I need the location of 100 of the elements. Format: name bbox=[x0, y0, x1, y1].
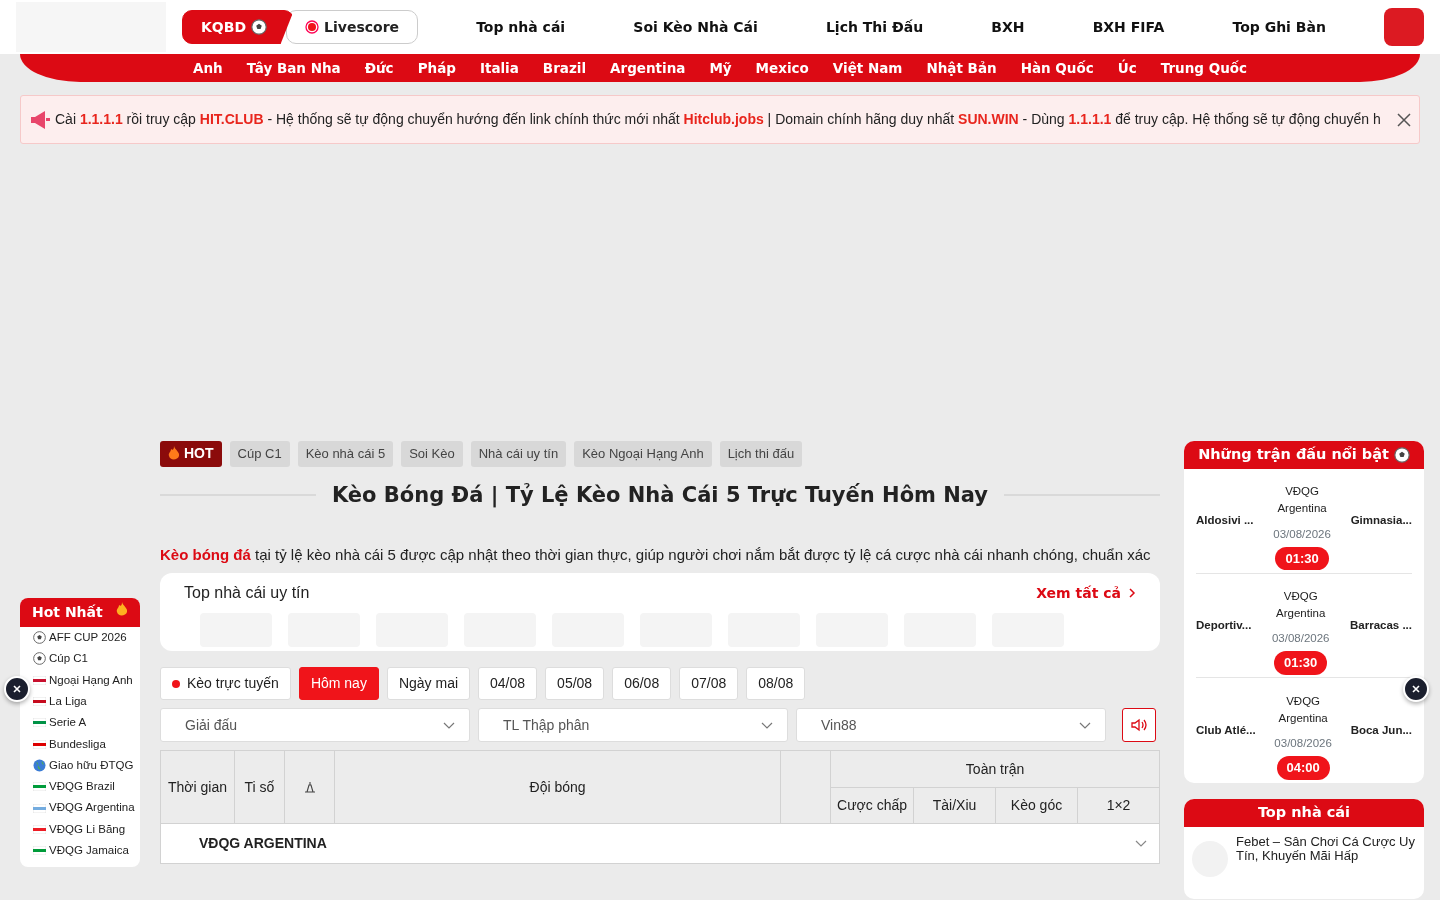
date-tab[interactable]: 05/08 bbox=[545, 667, 605, 701]
close-icon bbox=[13, 685, 21, 693]
chevron-down-icon bbox=[443, 721, 455, 729]
column-header: Cược chấp bbox=[830, 787, 914, 824]
league-item[interactable]: Bundesliga bbox=[31, 733, 140, 755]
live-dot-icon bbox=[305, 20, 320, 34]
league-item[interactable]: Ngoại Hạng Anh bbox=[31, 669, 140, 691]
flame-icon bbox=[116, 602, 128, 617]
sound-button[interactable] bbox=[1122, 708, 1156, 743]
column-header: 1×2 bbox=[1077, 787, 1160, 824]
country-link[interactable]: Đức bbox=[364, 57, 394, 79]
hot-tag[interactable]: HOT bbox=[160, 441, 222, 467]
site-title[interactable]: Febet – Sân Chơi Cá Cược Uy Tín, Khuyến Mãi Hấp bbox=[1236, 834, 1416, 877]
tag-link[interactable]: Nhà cái uy tín bbox=[470, 441, 567, 467]
country-link[interactable]: Úc bbox=[1117, 57, 1137, 79]
select-field[interactable]: Vin88 bbox=[796, 708, 1106, 743]
section-title: Top nhà cái uy tín bbox=[184, 583, 310, 604]
league-name: VĐQG Argentina bbox=[1277, 693, 1329, 726]
card-title: Top nhà cái bbox=[1257, 802, 1351, 822]
league-item[interactable]: VĐQG Argentina bbox=[31, 797, 140, 819]
nav-link[interactable]: BXH FIFA bbox=[1092, 16, 1165, 38]
league-name: VĐQG ARGENTINA bbox=[199, 834, 327, 854]
league-item[interactable]: VĐQG Li Băng bbox=[31, 818, 140, 840]
chevron-down-icon bbox=[761, 721, 773, 729]
nav-link[interactable]: Lịch Thi Đấu bbox=[825, 16, 924, 38]
country-link[interactable]: Anh bbox=[192, 57, 223, 79]
country-link[interactable]: Brazil bbox=[542, 57, 587, 79]
flag-icon bbox=[33, 697, 46, 707]
team-name: Barracas ... bbox=[1350, 617, 1412, 633]
league-item[interactable]: Cúp C1 bbox=[31, 648, 140, 670]
nav-link[interactable]: Top nhà cái bbox=[476, 16, 566, 38]
country-link[interactable]: Mỹ bbox=[709, 57, 732, 79]
kickoff-time: 04:00 bbox=[1276, 756, 1330, 780]
speaker-icon bbox=[1131, 718, 1147, 733]
close-button[interactable] bbox=[4, 676, 30, 702]
column-header: Ti số bbox=[234, 750, 285, 824]
date-tab[interactable]: Ngày mai bbox=[386, 667, 471, 701]
league-item[interactable]: VĐQG Brazil bbox=[31, 776, 140, 798]
live-dot-icon bbox=[172, 679, 180, 688]
country-link[interactable]: Nhật Bản bbox=[926, 57, 997, 79]
league-item[interactable]: AFF CUP 2026 bbox=[31, 627, 140, 649]
column-header: Đội bóng bbox=[334, 750, 781, 824]
close-icon bbox=[1397, 113, 1411, 128]
column-header: Kèo góc bbox=[995, 787, 1078, 824]
date-tab[interactable]: 07/08 bbox=[679, 667, 739, 701]
mode-tab[interactable]: Livescore bbox=[286, 10, 419, 44]
league-item[interactable]: La Liga bbox=[31, 690, 140, 713]
league-item[interactable]: VĐQG Jamaica bbox=[31, 839, 140, 862]
tag-link[interactable]: Soi Kèo bbox=[401, 441, 463, 467]
tag-link[interactable]: Kèo Ngoại Hạng Anh bbox=[574, 441, 712, 467]
team-name: Aldosivi ... bbox=[1196, 513, 1254, 529]
tag-link[interactable]: Lịch thi đấu bbox=[719, 441, 803, 467]
country-link[interactable]: Mexico bbox=[755, 57, 809, 79]
soccer-ball-icon bbox=[251, 19, 268, 35]
flag-icon bbox=[33, 739, 46, 749]
country-link[interactable]: Hàn Quốc bbox=[1020, 57, 1094, 79]
country-link[interactable]: Việt Nam bbox=[832, 57, 903, 79]
date-tab[interactable]: 08/08 bbox=[746, 667, 806, 701]
select-field[interactable]: TL Thập phân bbox=[478, 708, 788, 743]
country-link[interactable]: Argentina bbox=[610, 57, 686, 79]
flag-icon bbox=[33, 846, 46, 856]
nav-link[interactable]: BXH bbox=[991, 16, 1025, 38]
flag-icon bbox=[33, 824, 46, 834]
tag-link[interactable]: Kèo nhà cái 5 bbox=[297, 441, 394, 467]
chevron-down-icon bbox=[1079, 721, 1091, 729]
nav-link[interactable]: Top Ghi Bàn bbox=[1232, 16, 1326, 38]
league-name: VĐQG Argentina bbox=[1276, 484, 1328, 517]
country-link[interactable]: Tây Ban Nha bbox=[246, 57, 341, 79]
team-name: Club Atlé... bbox=[1196, 722, 1256, 738]
soccer-ball-icon bbox=[33, 652, 46, 666]
close-icon bbox=[1412, 685, 1420, 693]
flag-icon bbox=[33, 718, 46, 728]
select-field[interactable]: Giải đấu bbox=[160, 708, 470, 743]
view-all-link[interactable]: Xem tất cả bbox=[1036, 581, 1136, 606]
menu-button[interactable] bbox=[1384, 8, 1424, 46]
soccer-ball-icon bbox=[1393, 447, 1410, 463]
column-header: Toàn trận bbox=[830, 750, 1160, 788]
kickoff-time: 01:30 bbox=[1275, 546, 1329, 571]
match-date: 03/08/2026 bbox=[1274, 736, 1332, 752]
league-name: VĐQG Argentina bbox=[1275, 588, 1327, 621]
panel-title: Hot Nhất bbox=[32, 603, 103, 622]
globe-icon bbox=[33, 758, 46, 772]
league-item[interactable]: Serie A bbox=[31, 712, 140, 734]
match-date: 03/08/2026 bbox=[1273, 526, 1331, 542]
match-date: 03/08/2026 bbox=[1271, 631, 1330, 647]
country-link[interactable]: Pháp bbox=[417, 57, 456, 79]
country-link[interactable]: Trung Quốc bbox=[1160, 57, 1248, 79]
date-tab[interactable]: 04/08 bbox=[478, 667, 538, 701]
nav-link[interactable]: Soi Kèo Nhà Cái bbox=[633, 16, 758, 38]
intro-paragraph: Kèo bóng đá tại tỷ lệ kèo nhà cái 5 được cập nhật theo thời gian thực, giúp người chơi nắm bắt được tỷ lệ cá cược nhà cái nhanh chóng, chuẩn xác bbox=[160, 544, 1152, 565]
team-name: Gimnasia... bbox=[1350, 513, 1412, 529]
date-tab[interactable]: Hôm nay bbox=[298, 667, 379, 701]
column-header: Thời gian bbox=[160, 750, 235, 824]
country-link[interactable]: Italia bbox=[479, 57, 519, 79]
league-item[interactable]: Giao hữu ĐTQG bbox=[31, 754, 140, 777]
tag-link[interactable]: Cúp C1 bbox=[229, 441, 290, 467]
date-tab[interactable]: Kèo trực tuyến bbox=[160, 667, 291, 701]
notice-text: Cài 1.1.1.1 rồi truy cập HIT.CLUB - Hệ thống sẽ tự động chuyển hướng đến link chính thức mới nhất Hitclub.jobs | Domain chính hãng duy nhất SUN.WIN - Dùng 1.1.1.1 để truy cập. Hệ thống sẽ tự động chuyển h bbox=[55, 110, 1382, 129]
date-tab[interactable]: 06/08 bbox=[612, 667, 672, 701]
team-name: Deportiv... bbox=[1196, 617, 1252, 633]
